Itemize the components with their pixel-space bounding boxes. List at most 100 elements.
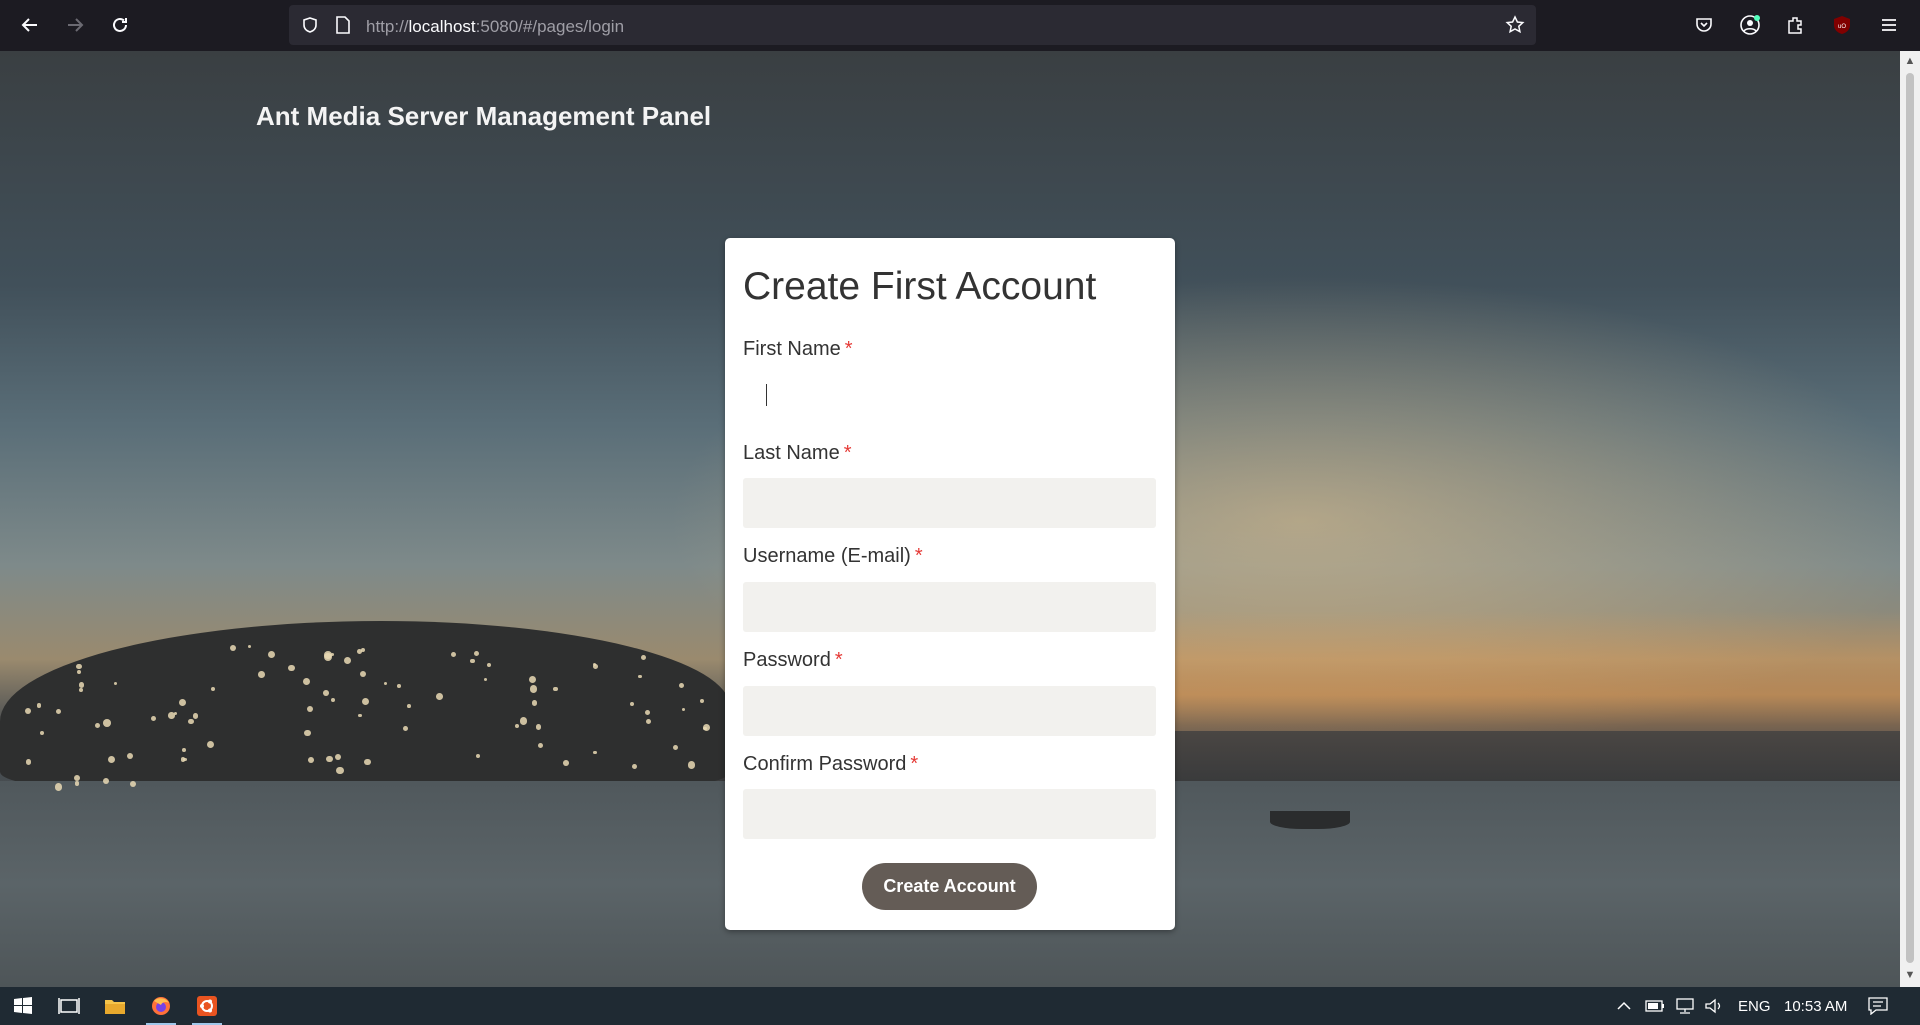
url-prefix: http:// [366, 17, 409, 36]
address-bar[interactable]: http://localhost:5080/#/pages/login [289, 5, 1536, 45]
required-mark: * [844, 338, 853, 360]
confirm-password-input[interactable] [743, 789, 1156, 839]
city-light [470, 658, 475, 663]
pocket-icon[interactable] [1692, 13, 1716, 37]
extensions-icon[interactable] [1783, 13, 1807, 37]
reload-icon[interactable] [105, 10, 135, 40]
confirm-password-label-text: Confirm Password [743, 753, 907, 775]
firefox-icon[interactable] [138, 987, 184, 1025]
last-name-label: Last Name * [743, 442, 852, 465]
city-light [356, 649, 362, 655]
volume-icon[interactable] [1704, 996, 1724, 1016]
language-indicator[interactable]: ENG [1738, 998, 1771, 1015]
windows-taskbar: ENG 10:53 AM [0, 987, 1920, 1025]
required-mark: * [910, 753, 919, 775]
notifications-icon[interactable] [1868, 996, 1888, 1016]
username-label: Username (E-mail) * [743, 545, 923, 568]
url-host: localhost [408, 17, 476, 36]
city-light [24, 707, 31, 714]
first-name-label: First Name * [743, 338, 853, 361]
city-light [323, 650, 332, 659]
page-background: Ant Media Server Management Panel Create… [0, 51, 1900, 987]
city-light [229, 644, 236, 651]
city-light [206, 740, 214, 748]
battery-icon[interactable] [1645, 996, 1665, 1016]
create-account-button[interactable]: Create Account [862, 863, 1037, 910]
city-light [180, 757, 186, 762]
required-mark: * [834, 649, 843, 671]
ubuntu-icon[interactable] [184, 987, 230, 1025]
account-icon[interactable] [1738, 13, 1762, 37]
city-light [78, 682, 85, 688]
first-name-label-text: First Name [743, 338, 841, 360]
city-light [174, 711, 178, 715]
city-light [592, 664, 598, 669]
city-light [563, 759, 569, 766]
city-light [74, 781, 80, 786]
scroll-up-icon[interactable]: ▲ [1904, 55, 1916, 67]
scroll-down-icon[interactable]: ▼ [1904, 969, 1916, 981]
city-light [323, 690, 329, 696]
city-light [336, 766, 344, 775]
back-arrow-icon[interactable] [15, 10, 45, 40]
city-light [343, 657, 351, 665]
required-mark: * [914, 545, 923, 567]
last-name-input[interactable] [743, 478, 1156, 528]
clock[interactable]: 10:53 AM [1784, 998, 1847, 1015]
task-view-icon[interactable] [46, 987, 92, 1025]
file-explorer-icon[interactable] [92, 987, 138, 1025]
city-light [129, 780, 136, 787]
card-title: Create First Account [743, 265, 1097, 308]
svg-text:uO: uO [1838, 24, 1846, 30]
last-name-label-text: Last Name [743, 442, 840, 464]
city-light [304, 729, 311, 736]
password-label: Password * [743, 649, 843, 672]
page-title: Ant Media Server Management Panel [256, 101, 712, 131]
page-icon [333, 15, 353, 35]
city-light [25, 759, 32, 765]
username-label-text: Username (E-mail) [743, 545, 911, 567]
boat-silhouette [1270, 811, 1350, 829]
city-light [402, 725, 408, 731]
text-caret [766, 384, 767, 406]
city-light [475, 754, 480, 759]
shield-icon[interactable] [300, 15, 320, 35]
windows-start-icon[interactable] [0, 987, 46, 1025]
city-light [359, 670, 366, 677]
bookmark-star-icon[interactable] [1505, 15, 1525, 35]
city-light [188, 718, 194, 725]
city-light [487, 662, 492, 667]
url-text[interactable]: http://localhost:5080/#/pages/login [366, 17, 624, 37]
city-light [107, 755, 116, 763]
city-light [258, 671, 265, 678]
username-email-input[interactable] [743, 582, 1156, 632]
create-account-card: Create First Account First Name * Last Na… [725, 238, 1175, 930]
network-icon[interactable] [1675, 996, 1695, 1016]
city-light [529, 684, 538, 693]
url-rest: :5080/#/pages/login [475, 17, 625, 36]
city-light [103, 718, 112, 727]
city-light [288, 664, 295, 672]
city-light [641, 654, 647, 660]
city-light [645, 709, 651, 715]
city-light [436, 693, 443, 700]
city-light [397, 683, 402, 688]
first-name-input[interactable] [743, 374, 1156, 424]
browser-toolbar: http://localhost:5080/#/pages/login uO [0, 0, 1920, 51]
forward-arrow-icon[interactable] [60, 10, 90, 40]
city-light [77, 669, 82, 674]
scroll-thumb[interactable] [1906, 73, 1914, 963]
required-mark: * [843, 442, 852, 464]
page-scrollbar[interactable]: ▲ ▼ [1900, 51, 1920, 987]
password-input[interactable] [743, 686, 1156, 736]
show-hidden-icons-chevron-icon[interactable] [1614, 996, 1634, 1016]
city-light [307, 757, 314, 764]
city-light [406, 704, 411, 709]
hamburger-menu-icon[interactable] [1877, 13, 1901, 37]
confirm-password-label: Confirm Password * [743, 753, 918, 776]
city-light [450, 652, 456, 658]
city-light [364, 758, 371, 766]
password-label-text: Password [743, 649, 831, 671]
ublock-origin-icon[interactable]: uO [1830, 13, 1854, 37]
city-light [631, 764, 637, 770]
